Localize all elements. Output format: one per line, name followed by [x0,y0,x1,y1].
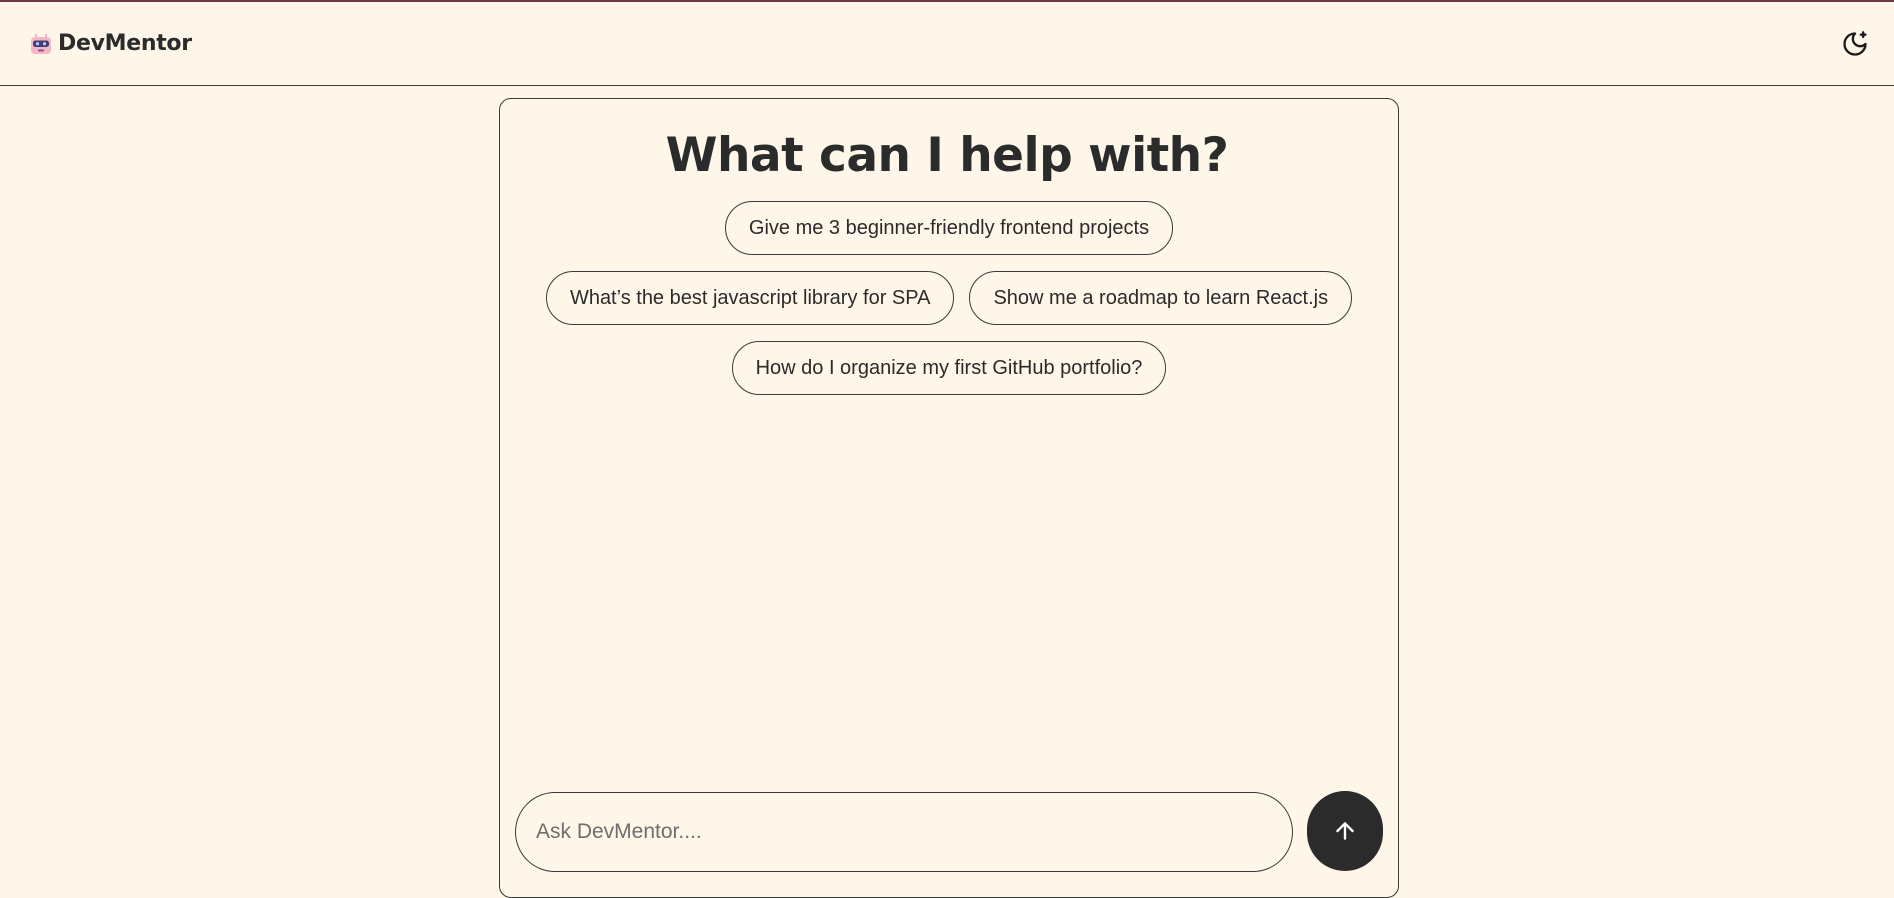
suggestion-row: Give me 3 beginner-friendly frontend pro… [724,201,1174,255]
suggestion-chip[interactable]: Show me a roadmap to learn React.js [969,271,1353,325]
page-title: What can I help with? [665,128,1229,183]
theme-toggle-button[interactable] [1838,27,1872,61]
suggestion-row: What’s the best javascript library for S… [545,271,1353,325]
app-header: DevMentor [0,2,1894,86]
brand[interactable]: DevMentor [28,31,192,57]
suggestion-row: How do I organize my first GitHub portfo… [731,341,1167,395]
arrow-up-icon [1336,822,1354,840]
brand-name: DevMentor [58,31,192,56]
suggestion-chip[interactable]: Give me 3 beginner-friendly frontend pro… [724,201,1174,255]
moon-stars-icon [1843,30,1867,56]
send-button[interactable] [1307,791,1383,871]
message-input-container [515,792,1293,872]
suggestion-chip[interactable]: What’s the best javascript library for S… [545,271,955,325]
robot-icon [31,33,51,54]
message-input[interactable] [536,820,1272,844]
suggestion-chip[interactable]: How do I organize my first GitHub portfo… [731,341,1167,395]
suggestion-list: Give me 3 beginner-friendly frontend pro… [499,201,1399,395]
